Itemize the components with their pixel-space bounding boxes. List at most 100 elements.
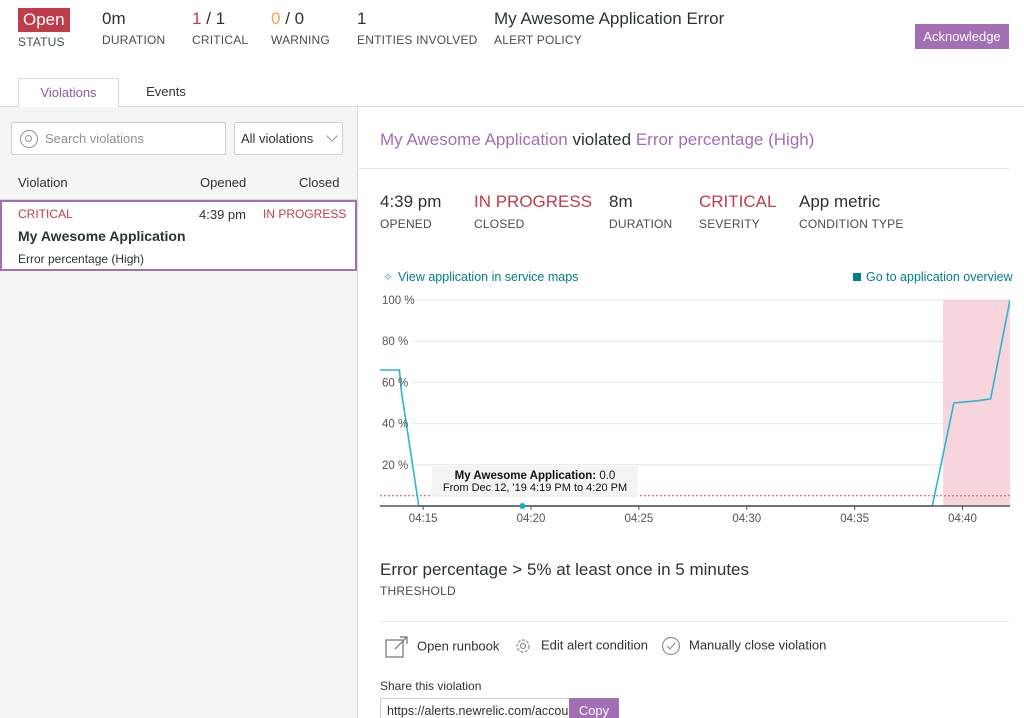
- policy-label: ALERT POLICY: [494, 33, 582, 47]
- closed-value: IN PROGRESS: [474, 192, 593, 211]
- close-violation-label: Manually close violation: [689, 637, 827, 653]
- x-axis-labels: 04:15 04:20 04:25 04:30 04:35 04:40: [409, 506, 977, 525]
- critical-separator: /: [201, 9, 216, 28]
- violation-filter-select[interactable]: All violations: [234, 122, 343, 155]
- status-label: STATUS: [18, 35, 65, 49]
- entities-stat: 1 ENTITIES INVOLVED: [357, 8, 478, 48]
- condition-type-stat: App metric CONDITION TYPE: [799, 192, 904, 231]
- violation-condition: Error percentage (High): [18, 252, 145, 266]
- share-label: Share this violation: [380, 679, 482, 693]
- service-maps-link-label: View application in service maps: [398, 270, 579, 284]
- warning-total: 0: [294, 9, 305, 28]
- error-percentage-chart[interactable]: 20 %40 %60 %80 %100 % 04:15 04:20 04:25 04:…: [380, 290, 1010, 530]
- violations-sidebar: All violations Violation Opened Closed C…: [0, 107, 358, 718]
- tooltip-entity: My Awesome Application:: [455, 470, 596, 482]
- app-overview-link-label: Go to application overview: [866, 270, 1013, 284]
- tab-violations[interactable]: Violations: [18, 78, 119, 108]
- external-link-icon: [385, 636, 408, 658]
- duration-detail-value: 8m: [609, 192, 633, 211]
- severity-stat: CRITICAL SEVERITY: [699, 192, 776, 231]
- service-map-icon: ✧: [383, 270, 394, 284]
- duration-stat: 0m DURATION: [102, 8, 165, 48]
- gear-icon: [516, 639, 530, 653]
- violation-opened: 4:39 pm: [199, 207, 246, 222]
- y-tick-label: 100 %: [382, 295, 415, 307]
- filter-value: All violations: [241, 131, 314, 146]
- duration-detail-stat: 8m DURATION: [609, 192, 672, 231]
- open-runbook-button[interactable]: Open runbook: [385, 636, 499, 658]
- severity-label: SEVERITY: [699, 217, 760, 231]
- critical-total: 1: [215, 9, 226, 28]
- tooltip-value: 0.0: [599, 470, 615, 482]
- hover-point: [519, 503, 526, 509]
- closed-stat: IN PROGRESS CLOSED: [474, 192, 592, 231]
- policy-name: My Awesome Application Error: [494, 9, 725, 28]
- violation-entity: My Awesome Application: [18, 228, 186, 244]
- critical-stat: 1 / 1 CRITICAL: [192, 8, 248, 48]
- search-input[interactable]: [45, 123, 223, 154]
- divider: [359, 168, 1009, 169]
- tooltip-title-line: My Awesome Application: 0.0: [455, 470, 616, 482]
- y-tick-label: 80 %: [382, 336, 408, 348]
- share-url-input[interactable]: [380, 698, 570, 718]
- severity-value: CRITICAL: [699, 192, 777, 211]
- tooltip-range: From Dec 12, '19 4:19 PM to 4:20 PM: [443, 482, 627, 494]
- check-circle-icon: [661, 636, 681, 656]
- search-icon: [20, 130, 38, 148]
- critical-label: CRITICAL: [192, 33, 249, 47]
- x-tick-label: 04:15: [409, 513, 438, 525]
- y-tick-label: 40 %: [382, 419, 408, 431]
- edit-condition-label: Edit alert condition: [541, 637, 648, 653]
- tab-events[interactable]: Events: [119, 78, 213, 107]
- violation-title: My Awesome Application violated Error pe…: [380, 130, 814, 150]
- violation-closed: IN PROGRESS: [263, 207, 347, 221]
- condition-link[interactable]: Error percentage (High): [636, 130, 815, 149]
- warning-separator: /: [280, 9, 295, 28]
- status-badge: Open: [18, 8, 70, 32]
- condition-type-value: App metric: [799, 192, 881, 211]
- entities-value: 1: [357, 9, 367, 28]
- service-maps-link[interactable]: ✧ View application in service maps: [383, 270, 578, 284]
- app-overview-link[interactable]: Go to application overview: [853, 270, 1013, 284]
- chart-tooltip: My Awesome Application: 0.0 From Dec 12,…: [432, 466, 638, 497]
- acknowledge-button[interactable]: Acknowledge: [915, 24, 1009, 49]
- app-square-icon: [853, 273, 861, 281]
- edit-condition-button[interactable]: Edit alert condition: [513, 636, 648, 656]
- opened-stat: 4:39 pm OPENED: [380, 192, 441, 231]
- policy-stat: My Awesome Application Error ALERT POLIC…: [494, 8, 724, 48]
- warning-label: WARNING: [271, 33, 330, 47]
- column-violation[interactable]: Violation: [18, 175, 68, 190]
- x-tick-label: 04:30: [732, 513, 761, 525]
- column-closed[interactable]: Closed: [299, 175, 339, 190]
- x-tick-label: 04:40: [948, 513, 977, 525]
- x-tick-label: 04:35: [840, 513, 869, 525]
- condition-type-label: CONDITION TYPE: [799, 217, 904, 231]
- column-opened[interactable]: Opened: [200, 175, 246, 190]
- x-tick-label: 04:25: [625, 513, 654, 525]
- closed-label: CLOSED: [474, 217, 525, 231]
- y-tick-label: 60 %: [382, 377, 408, 389]
- violation-severity: CRITICAL: [18, 207, 73, 221]
- opened-value: 4:39 pm: [380, 192, 442, 211]
- violation-list-item[interactable]: CRITICAL 4:39 pm IN PROGRESS My Awesome …: [0, 200, 357, 271]
- threshold-text: Error percentage > 5% at least once in 5…: [380, 560, 750, 579]
- status-stat: Open STATUS: [18, 8, 70, 50]
- warning-stat: 0 / 0 WARNING: [271, 8, 330, 48]
- duration-value: 0m: [102, 9, 126, 28]
- divider: [380, 621, 1009, 622]
- close-violation-button[interactable]: Manually close violation: [661, 636, 826, 656]
- entity-link[interactable]: My Awesome Application: [380, 130, 568, 149]
- chart-grid: [412, 299, 1010, 466]
- violated-text: violated: [572, 130, 632, 149]
- copy-button[interactable]: Copy: [569, 698, 619, 718]
- entities-label: ENTITIES INVOLVED: [357, 33, 478, 47]
- open-runbook-label: Open runbook: [417, 638, 500, 654]
- y-tick-label: 20 %: [382, 460, 408, 472]
- opened-label: OPENED: [380, 217, 432, 231]
- chevron-down-icon: [326, 130, 338, 142]
- threshold-label: THRESHOLD: [380, 584, 456, 598]
- search-box: [11, 122, 226, 155]
- tab-bar: Violations Events: [0, 78, 1024, 108]
- duration-label: DURATION: [102, 33, 166, 47]
- duration-detail-label: DURATION: [609, 217, 673, 231]
